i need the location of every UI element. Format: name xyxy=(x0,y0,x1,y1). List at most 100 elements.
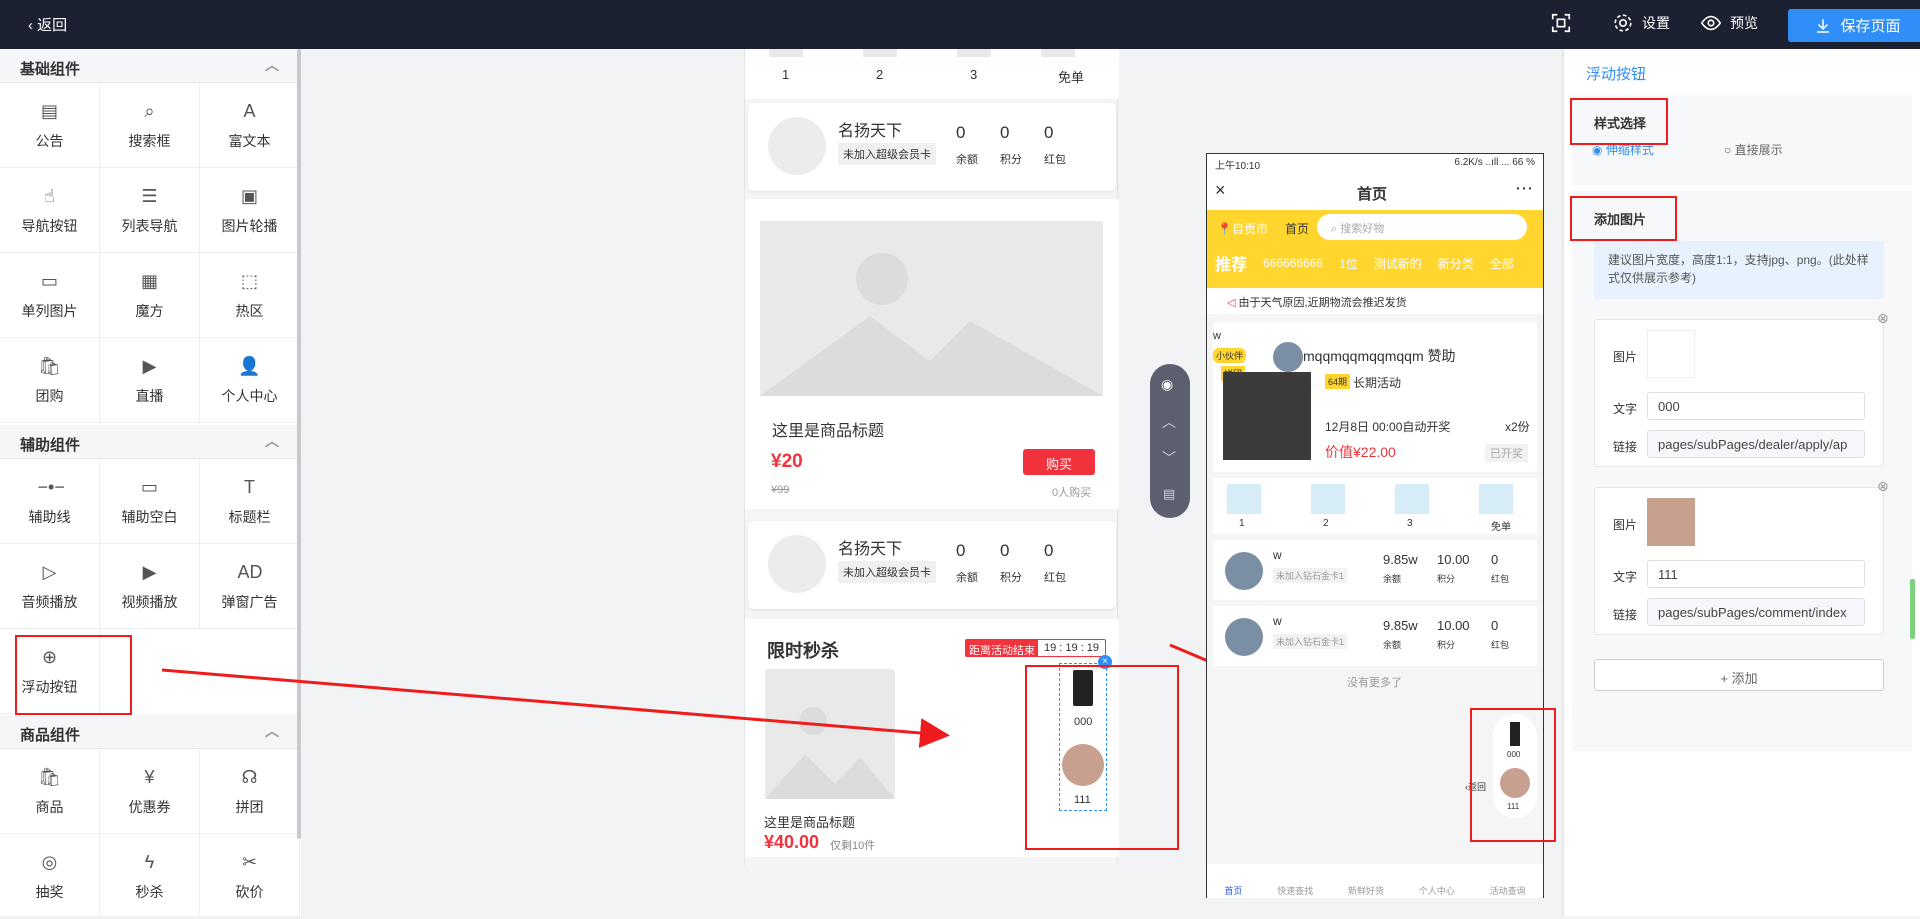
category-tab[interactable]: 666666666 xyxy=(1263,256,1323,270)
status-time: 上午10:10 xyxy=(1215,161,1261,172)
highlight-frame xyxy=(1570,196,1677,241)
user-card-badge: 未加入钻石金卡1 xyxy=(1273,634,1348,649)
eye-icon[interactable]: ◉ xyxy=(1161,376,1173,393)
user-card[interactable]: w 未加入钻石金卡1 9.85w 余额 10.00 积分 0 红包 xyxy=(1213,540,1537,600)
category-tab[interactable]: 新分类 xyxy=(1438,255,1474,272)
search-icon: ⌕ xyxy=(1331,223,1341,235)
category-tab[interactable]: 1位 xyxy=(1339,255,1358,272)
arrow-left xyxy=(161,668,950,748)
link-label: 链接 xyxy=(1613,440,1638,454)
hint-text: 建议图片宽度，高度1:1，支持jpg、png。(此处样式仅供展示参考) xyxy=(1594,241,1884,299)
category-tab[interactable]: 推荐 xyxy=(1215,251,1247,275)
radio-checked-icon: ◉ xyxy=(1592,143,1606,157)
nav-icon[interactable] xyxy=(1479,484,1513,514)
product-image xyxy=(1223,372,1311,460)
status-right: 6.2K/s ..ıll ... 66 % xyxy=(1454,157,1535,168)
stat-label: 积分 xyxy=(1437,574,1456,584)
nav-label: 3 xyxy=(1407,518,1413,529)
divider xyxy=(1562,49,1564,916)
chevron-down-icon[interactable]: ﹀ xyxy=(1162,448,1176,468)
home-label: 首页 xyxy=(1285,222,1310,236)
document-icon[interactable]: ▤ xyxy=(1163,486,1175,502)
stat-label: 红包 xyxy=(1491,640,1510,650)
user-name: w xyxy=(1273,614,1282,628)
image-label: 图片 xyxy=(1613,350,1638,364)
tabbar-item[interactable]: 新鲜好货 xyxy=(1348,884,1384,898)
speaker-icon: ◁ xyxy=(1227,297,1239,309)
image-item: ⊗ 图片文字 111 链接 pages/subPages/comment/index xyxy=(1594,478,1889,635)
nav-label: 免单 xyxy=(1491,522,1511,533)
close-icon[interactable]: ⊗ xyxy=(1877,478,1889,495)
stat-value: 9.85w xyxy=(1383,618,1418,633)
user-card[interactable]: w 未加入钻石金卡1 9.85w 余额 10.00 积分 0 红包 xyxy=(1213,606,1537,666)
side-toolbar: ◉ ︿ ﹀ ▤ xyxy=(1150,364,1190,518)
avatar xyxy=(1273,342,1303,372)
tabbar-item[interactable]: 活动查询 xyxy=(1490,884,1526,898)
tabbar-item[interactable]: 快速查找 xyxy=(1277,884,1313,898)
tab-bar: 首页 快速查找 新鲜好货 个人中心 活动查询 xyxy=(1207,864,1543,898)
stat-value: 10.00 xyxy=(1437,552,1470,567)
user-name: w xyxy=(1273,548,1282,562)
radio-label: 伸缩样式 xyxy=(1605,143,1654,157)
location[interactable]: 📍自贡市 xyxy=(1217,220,1268,237)
close-icon[interactable]: × xyxy=(1215,180,1226,201)
header-yellow: 📍自贡市 首页 ⌕ 搜索好物 推荐 666666666 1位 测试新的 新分类 全部 xyxy=(1207,210,1543,288)
text-label: 文字 xyxy=(1613,570,1638,584)
link-input[interactable]: pages/subPages/dealer/apply/ap xyxy=(1647,430,1865,458)
partner-badge: 小伙伴 xyxy=(1213,348,1247,363)
link-input[interactable]: pages/subPages/comment/index xyxy=(1647,598,1865,626)
stat-label: 红包 xyxy=(1491,574,1510,584)
text-label: 文字 xyxy=(1613,402,1638,416)
more-icon[interactable]: ⋯ xyxy=(1515,178,1533,199)
sponsor-text: mqqmqqmqqmqqm 赞助 xyxy=(1303,348,1456,364)
activity-price: 价值¥22.00 xyxy=(1325,444,1396,460)
lottery-card[interactable]: w mqqmqqmqqmqqm 赞助 小伙伴 拼团 64期 长期活动 12月8日… xyxy=(1213,322,1537,472)
link-label: 链接 xyxy=(1613,608,1638,622)
page-title: 首页 xyxy=(1357,186,1388,203)
activity-name: 长期活动 xyxy=(1353,376,1402,390)
radio-direct[interactable]: ○ 直接展示 xyxy=(1724,141,1783,158)
portrait-thumbnail[interactable] xyxy=(1647,498,1695,546)
nav-label: 2 xyxy=(1323,518,1329,529)
skirt-thumbnail[interactable] xyxy=(1647,330,1695,378)
share-count: x2份 xyxy=(1505,420,1530,434)
user-initial: w xyxy=(1213,330,1221,342)
highlight-frame xyxy=(1570,98,1668,145)
city-name: 自贡市 xyxy=(1231,222,1268,236)
image-label: 图片 xyxy=(1613,518,1638,532)
category-tab[interactable]: 全部 xyxy=(1490,255,1514,272)
category-tab[interactable]: 测试新的 xyxy=(1374,255,1422,272)
text-input[interactable]: 111 xyxy=(1647,560,1865,588)
image-item: ⊗ 图片文字 000 链接 pages/subPages/dealer/apply/ap xyxy=(1594,310,1889,467)
nav-icon[interactable] xyxy=(1395,484,1429,514)
radio-label: 直接展示 xyxy=(1734,143,1783,157)
tabbar-item[interactable]: 个人中心 xyxy=(1419,884,1455,898)
search-placeholder: 搜索好物 xyxy=(1340,223,1385,235)
text-input[interactable]: 000 xyxy=(1647,392,1865,420)
chevron-up-icon[interactable]: ︿ xyxy=(1162,412,1176,432)
stat-value: 0 xyxy=(1491,618,1499,633)
stat-label: 积分 xyxy=(1437,640,1456,650)
image-section: 添加图片 建议图片宽度，高度1:1，支持jpg、png。(此处样式仅供展示参考)… xyxy=(1572,191,1912,751)
notice-bar: ◁ 由于天气原因,近期物流会推迟发货 xyxy=(1207,288,1543,314)
user-card-badge: 未加入钻石金卡1 xyxy=(1273,568,1348,583)
no-more-text: 没有更多了 xyxy=(1347,677,1402,689)
search-input[interactable]: ⌕ 搜索好物 xyxy=(1317,214,1527,240)
radio-icon: ○ xyxy=(1724,143,1735,157)
status-bar: 上午10:10 6.2K/s ..ıll ... 66 % xyxy=(1207,154,1543,174)
highlight-frame xyxy=(1470,708,1556,842)
stat-value: 0 xyxy=(1491,552,1499,567)
stat-label: 余额 xyxy=(1383,640,1402,650)
close-icon[interactable]: ⊗ xyxy=(1877,310,1889,327)
avatar xyxy=(1225,618,1263,656)
add-button[interactable]: + 添加 xyxy=(1594,659,1884,691)
tabbar-item[interactable]: 首页 xyxy=(1224,884,1242,898)
stat-label: 余额 xyxy=(1383,574,1402,584)
notice-text: 由于天气原因,近期物流会推迟发货 xyxy=(1238,297,1407,309)
issue-badge: 64期 xyxy=(1325,374,1351,389)
nav-icon[interactable] xyxy=(1311,484,1345,514)
right-scrollbar[interactable] xyxy=(1910,579,1915,639)
stat-value: 9.85w xyxy=(1383,552,1418,567)
title-bar: × 首页 ⋯ xyxy=(1207,174,1543,210)
nav-icon[interactable] xyxy=(1227,484,1261,514)
